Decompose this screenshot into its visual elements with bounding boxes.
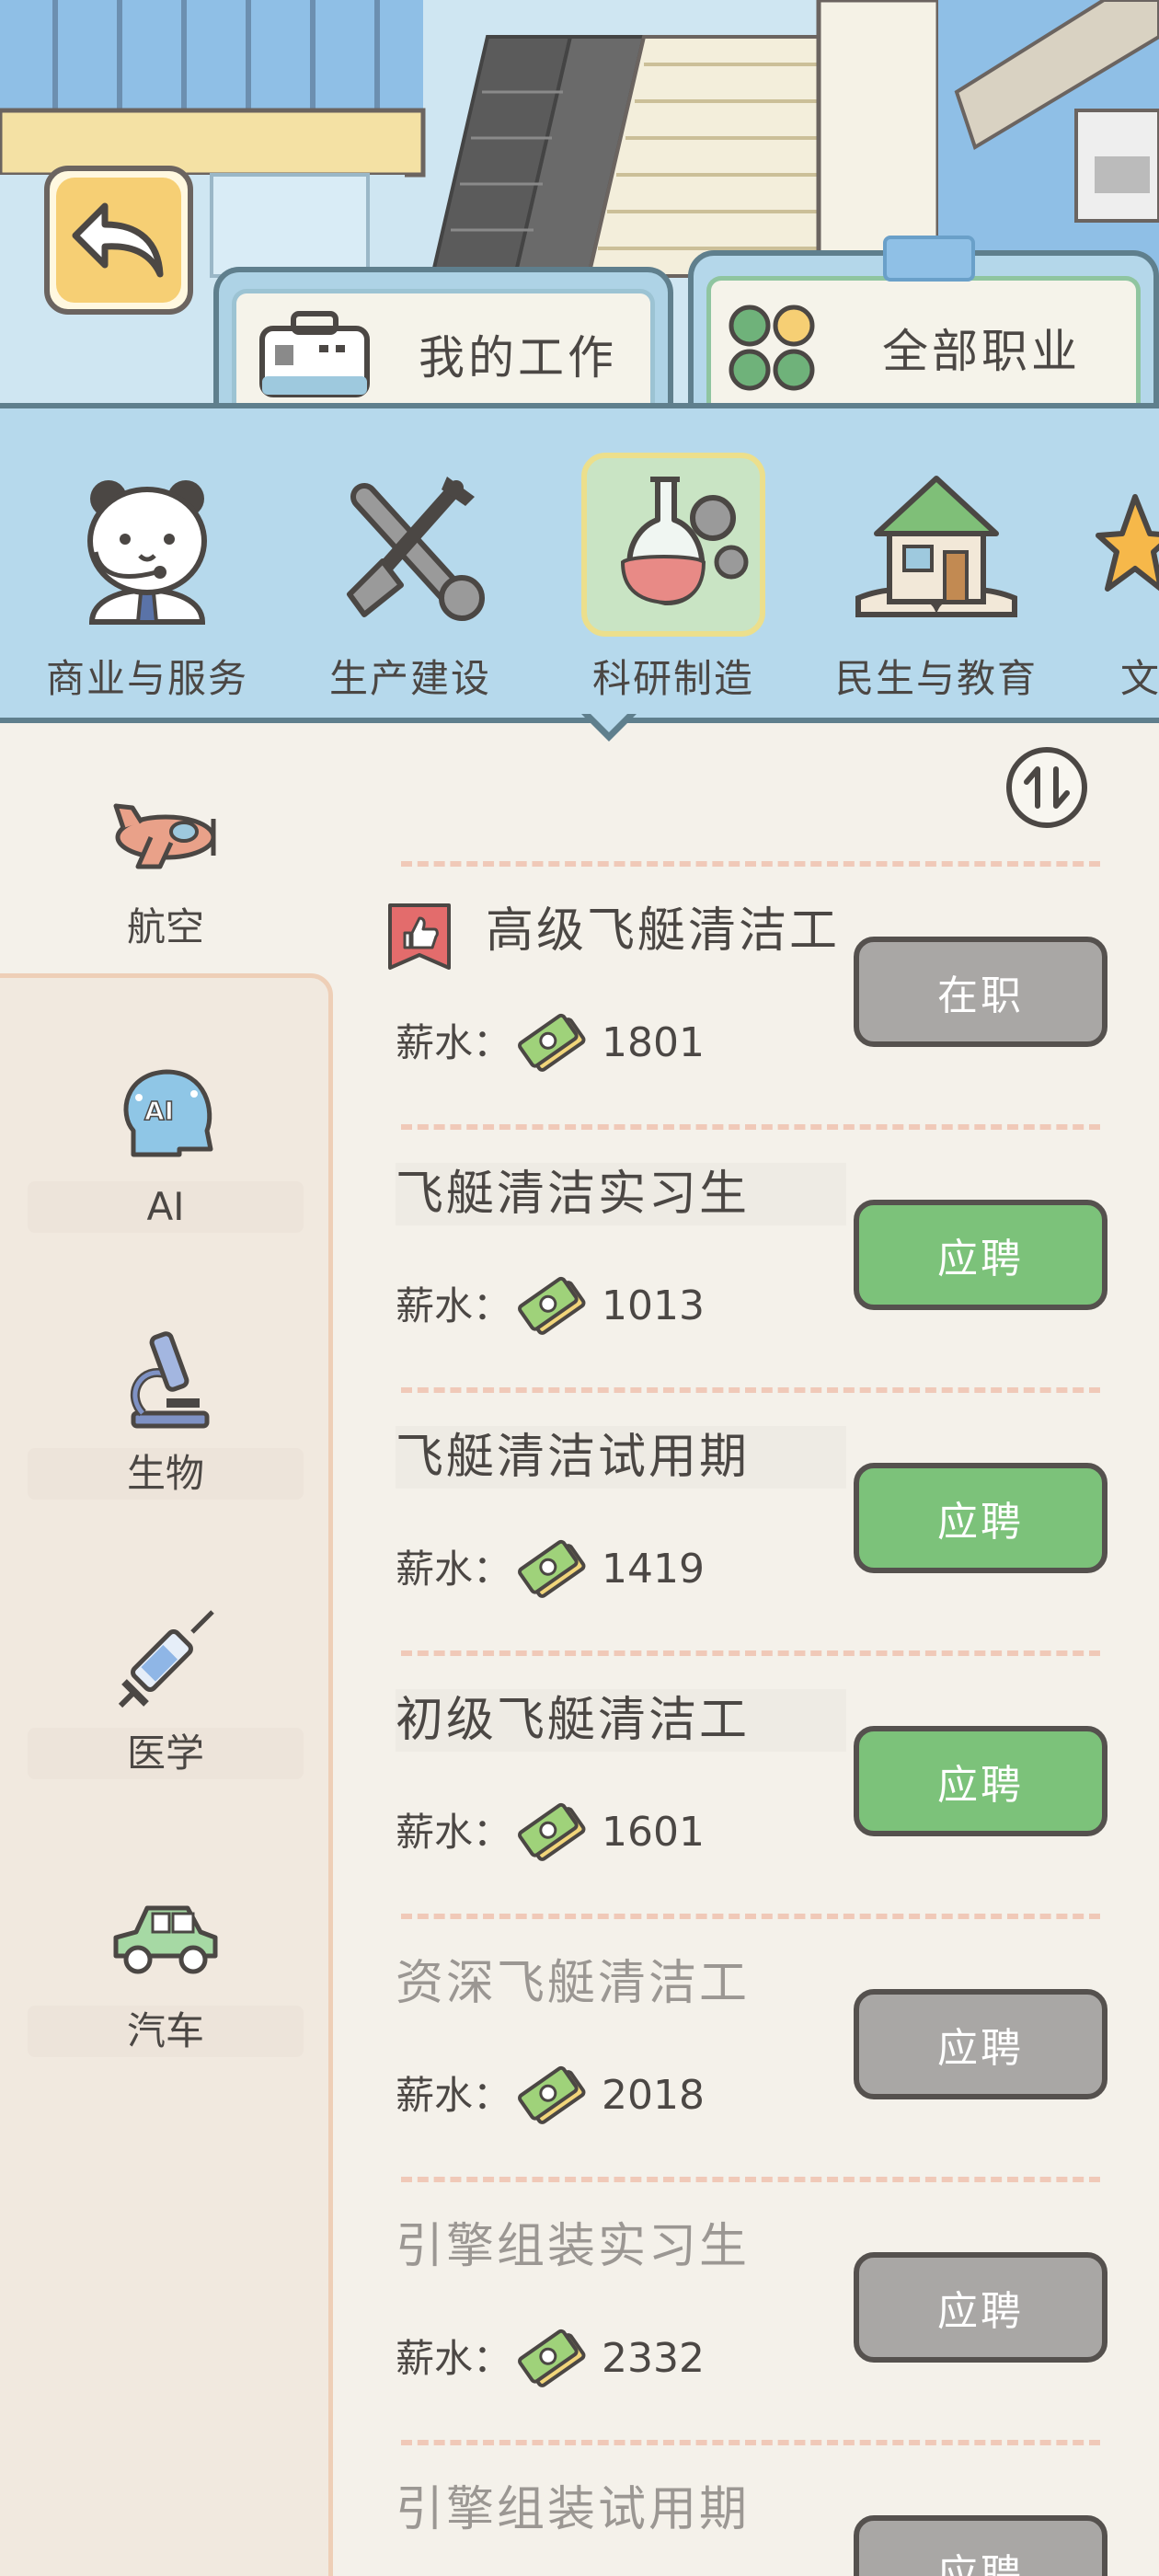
sidebar-item-biology[interactable]: 生物 [0, 1328, 331, 1531]
job-title: 飞艇清洁实习生 [396, 1167, 751, 1222]
apply-button-locked[interactable]: 应聘 [854, 2252, 1107, 2363]
salary-label: 薪水： [396, 1547, 512, 1592]
house-book-icon [855, 476, 1017, 617]
apply-button-locked[interactable]: 应聘 [854, 2515, 1107, 2576]
category-label: 科研制造 [591, 656, 754, 701]
wrench-shovel-icon [347, 477, 485, 621]
toolbox-icon [259, 310, 370, 397]
tab-my-work-label: 我的工作 [419, 330, 617, 385]
tab-my-work[interactable]: 我的工作 [213, 267, 673, 414]
category-label: 生产建设 [328, 656, 491, 701]
job-title: 高级飞艇清洁工 [486, 903, 841, 959]
tab-clip-decoration [883, 236, 975, 282]
ai-head-icon: AI [123, 1069, 213, 1157]
sidebar-item-label: 汽车 [28, 2006, 304, 2057]
money-stack-icon [518, 1539, 586, 1598]
salary-value: 1419 [602, 1546, 705, 1593]
sidebar-item-ai[interactable]: AI AI [0, 1062, 331, 1264]
money-stack-icon [518, 1276, 586, 1335]
list-divider [401, 861, 1100, 867]
money-stack-icon [518, 1013, 586, 1072]
flask-gear-icon [620, 477, 749, 606]
salary-label: 薪水： [396, 2336, 512, 2381]
sidebar-item-automobile[interactable]: 汽车 [0, 1886, 331, 2088]
sidebar-item-aviation[interactable]: 航空 [0, 782, 331, 984]
star-icon [1096, 494, 1159, 592]
airplane-icon [113, 803, 216, 869]
category-pointer-fill [589, 712, 629, 732]
job-item: 飞艇清洁试用期 薪水： 1419 应聘 [396, 1420, 1122, 1684]
salary-value: 1013 [602, 1282, 705, 1329]
job-item: 飞艇清洁实习生 薪水： 1013 应聘 [396, 1157, 1122, 1420]
salary-value: 1801 [602, 1019, 705, 1066]
category-research-manufacturing[interactable]: 科研制造 [554, 436, 793, 703]
back-arrow-icon [72, 202, 164, 278]
salary-label: 薪水： [396, 1020, 512, 1065]
salary-value: 2018 [602, 2072, 705, 2119]
job-title: 引擎组装试用期 [396, 2482, 751, 2537]
sidebar-item-label: AI [28, 1181, 304, 1233]
money-stack-icon [518, 2329, 586, 2387]
job-title: 飞艇清洁试用期 [396, 1430, 751, 1485]
category-bar: 商业与服务 生产建设 科研制造 民生与教育 文 [0, 403, 1159, 723]
sidebar-item-label: 生物 [28, 1448, 304, 1500]
job-title: 初级飞艇清洁工 [396, 1693, 751, 1748]
job-item: 引擎组装试用期 应聘 [396, 2473, 1122, 2576]
category-label: 民生与教育 [834, 656, 1038, 701]
category-culture-partial[interactable]: 文 [1080, 436, 1159, 703]
sidebar-item-medicine[interactable]: 医学 [0, 1608, 331, 1811]
sort-button[interactable] [1006, 747, 1087, 828]
money-stack-icon [518, 2065, 586, 2124]
sidebar-item-label: 医学 [28, 1728, 304, 1779]
category-commerce-service[interactable]: 商业与服务 [28, 436, 267, 703]
employed-button[interactable]: 在职 [854, 937, 1107, 1047]
apply-button[interactable]: 应聘 [854, 1463, 1107, 1573]
apply-button[interactable]: 应聘 [854, 1200, 1107, 1310]
category-production-construction[interactable]: 生产建设 [291, 436, 530, 703]
salary-label: 薪水： [396, 1283, 512, 1328]
job-item: 高级飞艇清洁工 薪水： 1801 在职 [388, 894, 1122, 1157]
panda-operator-icon [87, 480, 207, 625]
salary-value: 1601 [602, 1809, 705, 1856]
sort-arrows-icon [1024, 766, 1070, 809]
category-label: 文 [1120, 656, 1159, 701]
sidebar-item-label: 航空 [126, 904, 204, 949]
category-label: 商业与服务 [45, 656, 248, 701]
salary-label: 薪水： [396, 1810, 512, 1855]
salary-value: 2332 [602, 2335, 705, 2382]
microscope-icon [130, 1331, 210, 1429]
svg-text:AI: AI [144, 1096, 174, 1126]
category-livelihood-education[interactable]: 民生与教育 [817, 436, 1056, 703]
job-title: 引擎组装实习生 [396, 2219, 751, 2274]
job-item: 资深飞艇清洁工 薪水： 2018 应聘 [396, 1947, 1122, 2210]
grid-icon [729, 305, 815, 390]
job-title: 资深飞艇清洁工 [396, 1956, 751, 2011]
salary-label: 薪水： [396, 2073, 512, 2118]
money-stack-icon [518, 1802, 586, 1861]
apply-button-locked[interactable]: 应聘 [854, 1989, 1107, 2099]
job-item: 引擎组装实习生 薪水： 2332 应聘 [396, 2210, 1122, 2473]
tab-all-jobs-label: 全部职业 [882, 324, 1081, 378]
job-item: 初级飞艇清洁工 薪水： 1601 应聘 [396, 1684, 1122, 1947]
back-button[interactable] [44, 166, 193, 315]
apply-button[interactable]: 应聘 [854, 1726, 1107, 1836]
syringe-icon [118, 1610, 214, 1708]
thumbs-up-badge-icon [388, 903, 451, 970]
car-icon [113, 1905, 218, 1974]
